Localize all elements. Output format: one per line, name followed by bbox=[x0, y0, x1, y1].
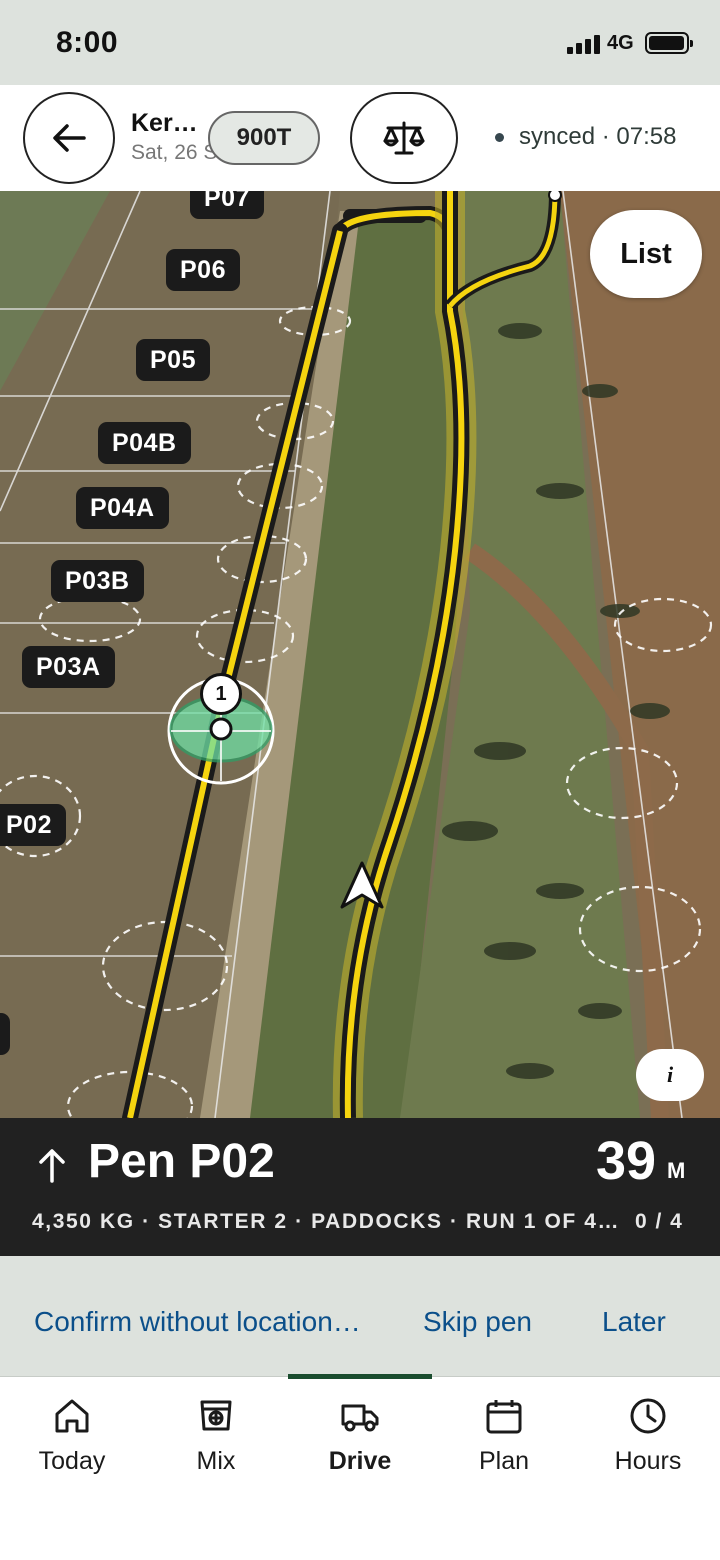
pen-label-offscreen[interactable] bbox=[0, 1013, 10, 1055]
nav-item-plan[interactable]: Plan bbox=[432, 1377, 576, 1497]
pen-label-p04a[interactable]: P04A bbox=[76, 487, 169, 529]
stop-number-badge[interactable]: 1 bbox=[200, 673, 242, 715]
pen-label-p03b[interactable]: P03B bbox=[51, 560, 144, 602]
run-title: Ker… bbox=[131, 109, 198, 137]
nav-item-today[interactable]: Today bbox=[0, 1377, 144, 1497]
bottom-nav: Today Mix Drive Plan Hours bbox=[0, 1374, 720, 1560]
nav-item-drive[interactable]: Drive bbox=[288, 1377, 432, 1497]
nav-label-plan: Plan bbox=[478, 1447, 530, 1475]
direction-details: 4,350 KG · STARTER 2 · PADDOCKS · RUN 1 … bbox=[32, 1210, 621, 1233]
scale-button[interactable] bbox=[350, 92, 458, 184]
cell-signal-icon bbox=[567, 34, 603, 54]
mixer-icon bbox=[200, 1400, 232, 1431]
network-type: 4G bbox=[607, 32, 634, 54]
battery-icon bbox=[645, 32, 693, 54]
header: Ker… Sat, 26 Sep 900T synced · 07:58 bbox=[0, 85, 720, 191]
load-chip[interactable]: 900T bbox=[208, 111, 320, 165]
later-button[interactable]: Later bbox=[602, 1306, 666, 1338]
run-progress: 0 / 4 bbox=[635, 1210, 684, 1233]
pen-label-p07[interactable]: P07 bbox=[190, 191, 264, 219]
confirm-without-location-button[interactable]: Confirm without location… bbox=[34, 1306, 361, 1338]
action-row: Confirm without location… Skip pen Later bbox=[0, 1256, 720, 1376]
nav-item-mix[interactable]: Mix bbox=[144, 1377, 288, 1497]
map-view[interactable]: P07 P06 P05 P04B P04A P03B P03A P02 1 Li… bbox=[0, 191, 720, 1118]
scale-icon bbox=[383, 121, 425, 155]
direction-title: Pen P02 bbox=[88, 1135, 275, 1188]
skip-pen-button[interactable]: Skip pen bbox=[423, 1306, 532, 1338]
drive-screen: 8:00 4G Ker… Sat, 26 Sep 900T synced · 0… bbox=[0, 0, 720, 1560]
truck-icon bbox=[341, 1404, 379, 1432]
distance-value: 39 bbox=[596, 1131, 657, 1191]
sync-status: synced · 07:58 bbox=[519, 123, 677, 150]
pen-label-p03a[interactable]: P03A bbox=[22, 646, 115, 688]
pen-label-p05[interactable]: P05 bbox=[136, 339, 210, 381]
nav-item-hours[interactable]: Hours bbox=[576, 1377, 720, 1497]
distance-unit: M bbox=[667, 1158, 686, 1183]
home-icon bbox=[55, 1399, 89, 1433]
direction-card: Pen P02 39 M 4,350 KG · STARTER 2 · PADD… bbox=[0, 1118, 720, 1256]
status-bar: 8:00 4G bbox=[0, 0, 720, 85]
nav-label-hours: Hours bbox=[614, 1447, 682, 1475]
nav-label-today: Today bbox=[38, 1447, 106, 1475]
calendar-icon bbox=[486, 1400, 522, 1434]
back-button[interactable] bbox=[23, 92, 115, 184]
pen-label-p06[interactable]: P06 bbox=[166, 249, 240, 291]
pen-label-p04b[interactable]: P04B bbox=[98, 422, 191, 464]
pen-label-p02[interactable]: P02 bbox=[0, 804, 66, 846]
sync-status-dot bbox=[495, 133, 504, 142]
nav-label-mix: Mix bbox=[196, 1447, 236, 1475]
clock-icon bbox=[630, 1398, 666, 1434]
nav-label-drive: Drive bbox=[328, 1447, 392, 1475]
back-arrow-icon bbox=[53, 124, 86, 152]
arrow-up-icon bbox=[39, 1149, 65, 1183]
map-info-button[interactable]: i bbox=[636, 1049, 704, 1101]
list-button[interactable]: List bbox=[590, 210, 702, 298]
status-time: 8:00 bbox=[56, 26, 119, 59]
